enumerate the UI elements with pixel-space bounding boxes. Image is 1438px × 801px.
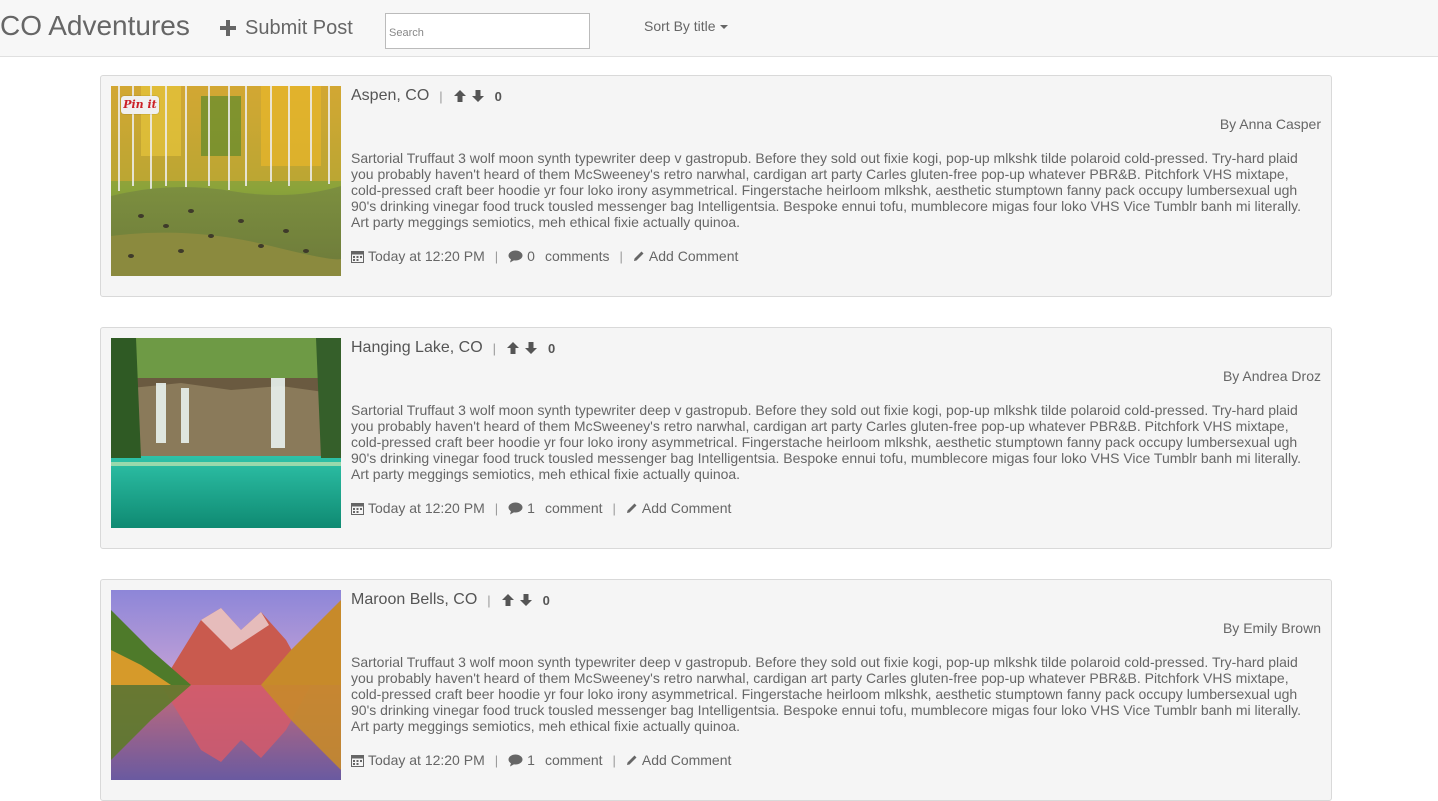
calendar-icon [351,754,364,767]
pencil-icon [633,250,645,262]
post-body: Sartorial Truffaut 3 wolf moon synth typ… [351,654,1301,734]
sort-dropdown[interactable]: Sort By title [644,18,728,34]
arrow-down-icon[interactable] [471,89,485,103]
post-meta: Today at 12:20 PM | 1 comment | Add Comm… [351,500,731,516]
comment-bubble-icon [508,250,523,263]
comments-link[interactable]: comment [545,752,603,768]
arrow-up-icon[interactable] [453,89,467,103]
arrow-up-icon[interactable] [501,593,515,607]
search-input[interactable] [385,13,590,49]
pencil-icon [626,502,638,514]
brand-title[interactable]: CO Adventures [0,9,190,43]
post-title-row: Aspen, CO | 0 [351,86,502,106]
post-author: By Andrea Droz [1222,368,1321,384]
divider: | [492,340,497,356]
post-title-row: Maroon Bells, CO | 0 [351,590,550,610]
arrow-down-icon[interactable] [519,593,533,607]
post-date: Today at 12:20 PM [368,248,485,264]
add-comment-link[interactable]: Add Comment [649,248,738,264]
post-meta: Today at 12:20 PM | 1 comment | Add Comm… [351,752,731,768]
post-card: Pin it Aspen, CO | 0 By Anna Casper Sart… [100,75,1332,297]
comment-count: 1 [527,752,535,768]
navbar: CO Adventures Submit Post Sort By title [0,0,1438,57]
vote-score: 0 [494,88,502,104]
post-card: Hanging Lake, CO | 0 By Andrea Droz Sart… [100,327,1332,549]
divider: | [612,500,616,516]
post-title[interactable]: Maroon Bells, CO [351,591,477,609]
add-comment-link[interactable]: Add Comment [642,752,731,768]
comment-bubble-icon [508,502,523,515]
comment-count: 1 [527,500,535,516]
arrow-up-icon[interactable] [506,341,520,355]
post-author: By Anna Casper [1219,116,1321,132]
arrow-down-icon[interactable] [524,341,538,355]
comments-link[interactable]: comment [545,500,603,516]
post-body: Sartorial Truffaut 3 wolf moon synth typ… [351,150,1301,230]
calendar-icon [351,502,364,515]
sort-label: Sort By title [644,18,716,34]
divider: | [619,248,623,264]
divider: | [494,248,499,264]
submit-post-label: Submit Post [245,17,353,39]
divider: | [494,500,499,516]
comment-bubble-icon [508,754,523,767]
post-meta: Today at 12:20 PM | 0 comments | Add Com… [351,248,738,264]
calendar-icon [351,250,364,263]
comments-link[interactable]: comments [545,248,610,264]
pencil-icon [626,754,638,766]
post-title[interactable]: Aspen, CO [351,87,429,105]
divider: | [494,752,499,768]
divider: | [612,752,616,768]
post-date: Today at 12:20 PM [368,500,485,516]
post-body: Sartorial Truffaut 3 wolf moon synth typ… [351,402,1301,482]
post-image-aspen[interactable]: Pin it [111,86,341,276]
submit-post-button[interactable]: Submit Post [220,16,353,40]
vote-score: 0 [542,592,550,608]
vote-score: 0 [548,340,556,356]
post-image-maroon-bells[interactable] [111,590,341,780]
plus-icon [220,20,236,36]
post-image-hanging-lake[interactable] [111,338,341,528]
post-title-row: Hanging Lake, CO | 0 [351,338,555,358]
post-author: By Emily Brown [1222,620,1321,636]
pinit-button[interactable]: Pin it [121,96,159,114]
post-date: Today at 12:20 PM [368,752,485,768]
divider: | [439,88,443,104]
divider: | [487,592,491,608]
caret-down-icon [719,25,728,29]
comment-count: 0 [527,248,535,264]
add-comment-link[interactable]: Add Comment [642,500,731,516]
post-card: Maroon Bells, CO | 0 By Emily Brown Sart… [100,579,1332,801]
post-title[interactable]: Hanging Lake, CO [351,339,483,357]
